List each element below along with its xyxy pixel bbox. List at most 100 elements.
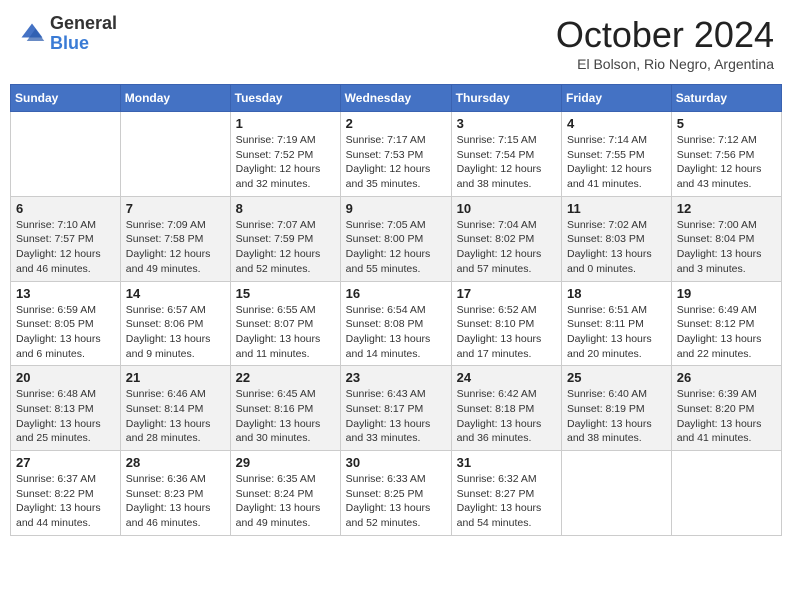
day-info: Sunrise: 7:17 AM Sunset: 7:53 PM Dayligh… [346,133,446,192]
day-info: Sunrise: 7:05 AM Sunset: 8:00 PM Dayligh… [346,218,446,277]
day-number: 4 [567,116,666,131]
col-saturday: Saturday [671,85,781,112]
location-subtitle: El Bolson, Rio Negro, Argentina [556,56,774,72]
calendar-cell: 14 Sunrise: 6:57 AM Sunset: 8:06 PM Dayli… [120,281,230,366]
page-header: General Blue October 2024 El Bolson, Rio… [10,10,782,76]
day-info: Sunrise: 6:52 AM Sunset: 8:10 PM Dayligh… [457,303,556,362]
day-number: 19 [677,286,776,301]
day-number: 13 [16,286,115,301]
day-info: Sunrise: 6:42 AM Sunset: 8:18 PM Dayligh… [457,387,556,446]
calendar-cell: 4Sunrise: 7:14 AM Sunset: 7:55 PM Daylig… [562,112,672,197]
day-number: 9 [346,201,446,216]
calendar-cell [562,451,672,536]
calendar-cell: 28 Sunrise: 6:36 AM Sunset: 8:23 PM Dayli… [120,451,230,536]
day-info: Sunrise: 7:10 AM Sunset: 7:57 PM Dayligh… [16,218,115,277]
calendar-cell: 15 Sunrise: 6:55 AM Sunset: 8:07 PM Dayli… [230,281,340,366]
day-number: 2 [346,116,446,131]
calendar-cell: 1Sunrise: 7:19 AM Sunset: 7:52 PM Daylig… [230,112,340,197]
calendar-header: Sunday Monday Tuesday Wednesday Thursday… [11,85,782,112]
day-number: 24 [457,370,556,385]
col-monday: Monday [120,85,230,112]
calendar-cell: 23 Sunrise: 6:43 AM Sunset: 8:17 PM Dayli… [340,366,451,451]
day-info: Sunrise: 7:02 AM Sunset: 8:03 PM Dayligh… [567,218,666,277]
calendar-cell: 10 Sunrise: 7:04 AM Sunset: 8:02 PM Dayli… [451,196,561,281]
calendar-cell: 6 Sunrise: 7:10 AM Sunset: 7:57 PM Daylig… [11,196,121,281]
day-number: 6 [16,201,115,216]
calendar-cell: 27 Sunrise: 6:37 AM Sunset: 8:22 PM Dayli… [11,451,121,536]
calendar-cell: 24 Sunrise: 6:42 AM Sunset: 8:18 PM Dayli… [451,366,561,451]
day-number: 25 [567,370,666,385]
col-sunday: Sunday [11,85,121,112]
day-info: Sunrise: 7:19 AM Sunset: 7:52 PM Dayligh… [236,133,335,192]
day-number: 30 [346,455,446,470]
day-number: 12 [677,201,776,216]
week-row-3: 13 Sunrise: 6:59 AM Sunset: 8:05 PM Dayli… [11,281,782,366]
day-info: Sunrise: 6:51 AM Sunset: 8:11 PM Dayligh… [567,303,666,362]
day-number: 23 [346,370,446,385]
title-block: October 2024 El Bolson, Rio Negro, Argen… [556,14,774,72]
calendar-cell: 25 Sunrise: 6:40 AM Sunset: 8:19 PM Dayli… [562,366,672,451]
day-info: Sunrise: 6:48 AM Sunset: 8:13 PM Dayligh… [16,387,115,446]
week-row-1: 1Sunrise: 7:19 AM Sunset: 7:52 PM Daylig… [11,112,782,197]
day-info: Sunrise: 7:00 AM Sunset: 8:04 PM Dayligh… [677,218,776,277]
day-number: 5 [677,116,776,131]
calendar-table: Sunday Monday Tuesday Wednesday Thursday… [10,84,782,536]
day-number: 28 [126,455,225,470]
day-number: 29 [236,455,335,470]
day-info: Sunrise: 6:45 AM Sunset: 8:16 PM Dayligh… [236,387,335,446]
calendar-cell [671,451,781,536]
calendar-cell: 8 Sunrise: 7:07 AM Sunset: 7:59 PM Daylig… [230,196,340,281]
calendar-cell: 9 Sunrise: 7:05 AM Sunset: 8:00 PM Daylig… [340,196,451,281]
calendar-cell: 5Sunrise: 7:12 AM Sunset: 7:56 PM Daylig… [671,112,781,197]
day-info: Sunrise: 6:40 AM Sunset: 8:19 PM Dayligh… [567,387,666,446]
day-number: 7 [126,201,225,216]
day-number: 16 [346,286,446,301]
week-row-2: 6 Sunrise: 7:10 AM Sunset: 7:57 PM Daylig… [11,196,782,281]
day-info: Sunrise: 6:39 AM Sunset: 8:20 PM Dayligh… [677,387,776,446]
day-number: 31 [457,455,556,470]
day-number: 14 [126,286,225,301]
calendar-cell: 19 Sunrise: 6:49 AM Sunset: 8:12 PM Dayli… [671,281,781,366]
day-number: 26 [677,370,776,385]
calendar-cell: 21Sunrise: 6:46 AM Sunset: 8:14 PM Dayli… [120,366,230,451]
logo-icon [18,20,46,48]
calendar-cell: 13 Sunrise: 6:59 AM Sunset: 8:05 PM Dayli… [11,281,121,366]
week-row-4: 20Sunrise: 6:48 AM Sunset: 8:13 PM Dayli… [11,366,782,451]
day-info: Sunrise: 6:43 AM Sunset: 8:17 PM Dayligh… [346,387,446,446]
day-info: Sunrise: 7:07 AM Sunset: 7:59 PM Dayligh… [236,218,335,277]
day-number: 18 [567,286,666,301]
day-info: Sunrise: 6:35 AM Sunset: 8:24 PM Dayligh… [236,472,335,531]
calendar-cell: 16Sunrise: 6:54 AM Sunset: 8:08 PM Dayli… [340,281,451,366]
col-friday: Friday [562,85,672,112]
day-number: 22 [236,370,335,385]
day-number: 3 [457,116,556,131]
calendar-cell: 29 Sunrise: 6:35 AM Sunset: 8:24 PM Dayli… [230,451,340,536]
calendar-cell: 7 Sunrise: 7:09 AM Sunset: 7:58 PM Daylig… [120,196,230,281]
calendar-cell: 17 Sunrise: 6:52 AM Sunset: 8:10 PM Dayli… [451,281,561,366]
col-tuesday: Tuesday [230,85,340,112]
calendar-cell: 20Sunrise: 6:48 AM Sunset: 8:13 PM Dayli… [11,366,121,451]
day-number: 17 [457,286,556,301]
day-info: Sunrise: 7:09 AM Sunset: 7:58 PM Dayligh… [126,218,225,277]
day-info: Sunrise: 6:55 AM Sunset: 8:07 PM Dayligh… [236,303,335,362]
day-number: 10 [457,201,556,216]
day-number: 27 [16,455,115,470]
day-info: Sunrise: 6:46 AM Sunset: 8:14 PM Dayligh… [126,387,225,446]
day-number: 8 [236,201,335,216]
logo: General Blue [18,14,117,54]
day-info: Sunrise: 6:57 AM Sunset: 8:06 PM Dayligh… [126,303,225,362]
day-info: Sunrise: 6:49 AM Sunset: 8:12 PM Dayligh… [677,303,776,362]
col-wednesday: Wednesday [340,85,451,112]
calendar-cell: 30Sunrise: 6:33 AM Sunset: 8:25 PM Dayli… [340,451,451,536]
day-info: Sunrise: 6:59 AM Sunset: 8:05 PM Dayligh… [16,303,115,362]
col-thursday: Thursday [451,85,561,112]
day-number: 11 [567,201,666,216]
day-info: Sunrise: 6:36 AM Sunset: 8:23 PM Dayligh… [126,472,225,531]
day-info: Sunrise: 7:04 AM Sunset: 8:02 PM Dayligh… [457,218,556,277]
day-number: 15 [236,286,335,301]
day-info: Sunrise: 6:37 AM Sunset: 8:22 PM Dayligh… [16,472,115,531]
month-title: October 2024 [556,14,774,56]
calendar-cell [11,112,121,197]
calendar-cell: 26 Sunrise: 6:39 AM Sunset: 8:20 PM Dayli… [671,366,781,451]
calendar-cell: 3Sunrise: 7:15 AM Sunset: 7:54 PM Daylig… [451,112,561,197]
